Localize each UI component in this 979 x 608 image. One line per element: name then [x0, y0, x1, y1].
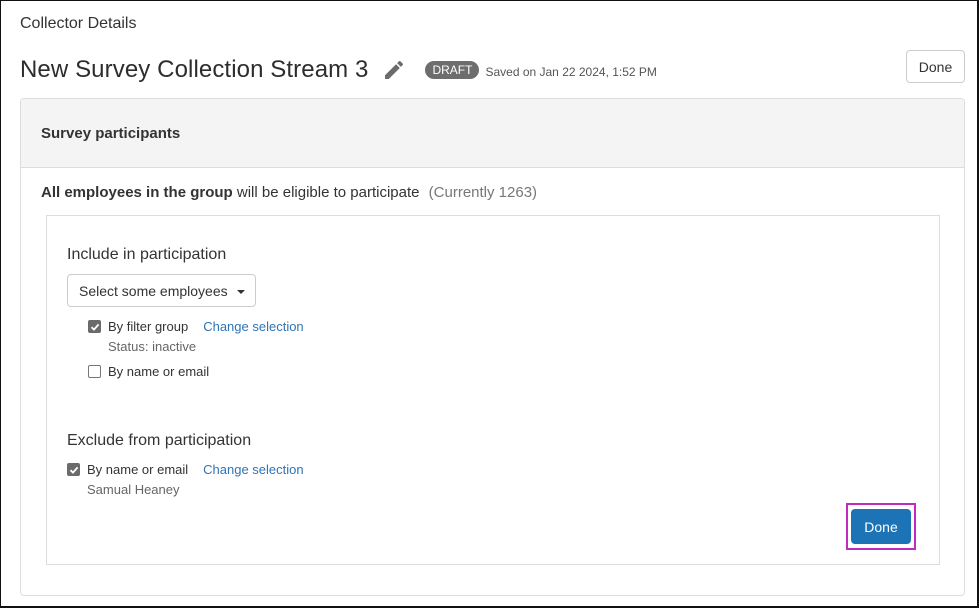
exclude-section-title: Exclude from participation: [67, 432, 252, 449]
page-title: New Survey Collection Stream 3: [20, 56, 369, 83]
option-label: By filter group: [108, 319, 189, 334]
panel-header: Survey participants: [21, 99, 964, 168]
eligibility-count: (Currently 1263): [428, 184, 538, 201]
filter-group-checkbox[interactable]: [88, 320, 101, 333]
include-option-filter-group: By filter group Change selection: [88, 319, 304, 334]
excluded-person: Samual Heaney: [87, 482, 180, 497]
pencil-icon[interactable]: [381, 57, 407, 83]
highlight-box: Done: [846, 503, 916, 550]
participation-settings-box: Include in participation Select some emp…: [46, 215, 940, 565]
status-badge: DRAFT: [425, 61, 480, 79]
include-name-email-checkbox[interactable]: [88, 365, 101, 378]
header-done-button[interactable]: Done: [906, 50, 965, 83]
dropdown-value: Select some employees: [79, 282, 228, 299]
checkmark-icon: [69, 466, 78, 474]
option-label: By name or email: [108, 364, 210, 379]
exclude-change-selection-link[interactable]: Change selection: [203, 462, 303, 477]
exclude-name-email-checkbox[interactable]: [67, 463, 80, 476]
survey-participants-panel: Survey participants All employees in the…: [20, 98, 965, 596]
eligibility-text: All employees in the group will be eligi…: [41, 184, 537, 201]
include-option-name-email: By name or email: [88, 364, 209, 379]
include-change-selection-link[interactable]: Change selection: [203, 319, 303, 334]
include-section-title: Include in participation: [67, 246, 227, 263]
checkmark-icon: [90, 323, 99, 331]
panel-title: Survey participants: [41, 124, 181, 142]
window-frame: Collector Details New Survey Collection …: [0, 0, 979, 608]
page-label: Collector Details: [20, 15, 137, 32]
done-button[interactable]: Done: [851, 509, 911, 544]
eligibility-rest: will be eligible to participate: [232, 184, 420, 201]
exclude-option-name-email: By name or email Change selection: [67, 462, 304, 477]
filter-group-status: Status: inactive: [108, 339, 197, 354]
saved-timestamp: Saved on Jan 22 2024, 1:52 PM: [485, 65, 657, 79]
caret-down-icon: [236, 289, 245, 294]
employee-selection-dropdown[interactable]: Select some employees: [67, 274, 256, 307]
title-row: New Survey Collection Stream 3 DRAFT Sav…: [20, 53, 657, 87]
option-label: By name or email: [87, 462, 189, 477]
eligibility-bold: All employees in the group: [41, 184, 233, 201]
